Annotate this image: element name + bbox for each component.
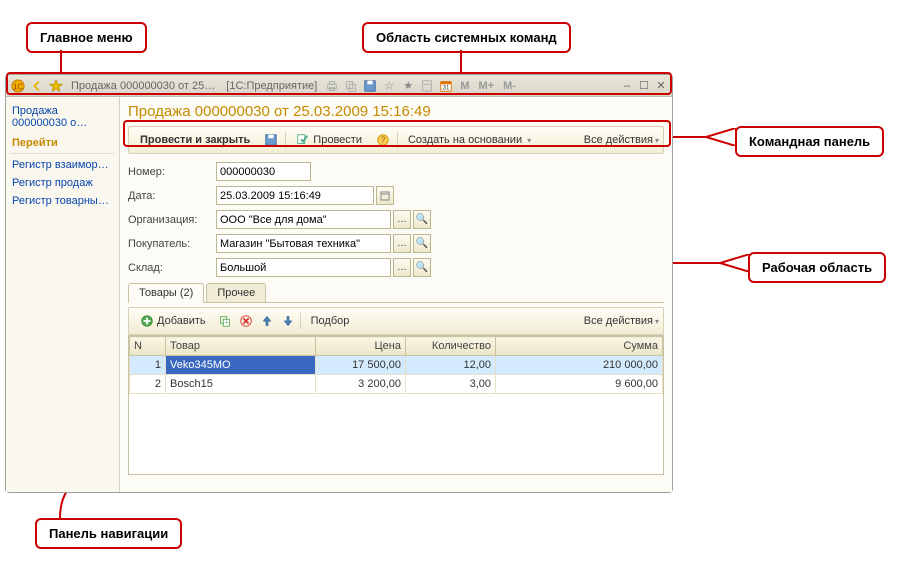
tab-goods[interactable]: Товары (2): [128, 283, 204, 303]
close-icon[interactable]: ✕: [654, 79, 668, 92]
tabs: Товары (2) Прочее: [128, 283, 664, 303]
grid-toolbar: Добавить + Подбор Все действия: [128, 307, 664, 335]
table-row[interactable]: 2 Bosch15 3 200,00 3,00 9 600,00: [130, 375, 663, 394]
create-based-button[interactable]: Создать на основании: [401, 131, 538, 149]
app-icon: 1C: [10, 78, 26, 94]
cell-product[interactable]: Veko345MO: [166, 356, 316, 375]
callout-system-commands: Область системных команд: [362, 22, 571, 53]
warehouse-label: Склад:: [128, 262, 210, 274]
buyer-search-button[interactable]: 🔍: [413, 234, 431, 253]
cell-sum[interactable]: 210 000,00: [496, 356, 663, 375]
fav-add-icon[interactable]: ☆: [381, 78, 397, 94]
add-row-button[interactable]: Добавить: [133, 311, 213, 331]
form-grid: Номер: Дата: Организация: … 🔍: [128, 162, 664, 277]
number-label: Номер:: [128, 166, 210, 178]
callout-work-area: Рабочая область: [748, 252, 886, 283]
cell-n[interactable]: 2: [130, 375, 166, 394]
copy-icon[interactable]: [343, 78, 359, 94]
tab-other[interactable]: Прочее: [206, 283, 266, 302]
back-icon[interactable]: [29, 78, 45, 94]
nav-breadcrumb[interactable]: Продажа 000000030 о…: [10, 103, 115, 135]
table-wrap: N Товар Цена Количество Сумма 1 Veko345M…: [128, 335, 664, 475]
work-area: Продажа 000000030 от 25.03.2009 15:16:49…: [120, 97, 672, 492]
cell-price[interactable]: 17 500,00: [316, 356, 406, 375]
titlebar-app: [1С:Предприятие]: [226, 80, 317, 92]
col-n[interactable]: N: [130, 337, 166, 356]
callout-nav-panel: Панель навигации: [35, 518, 182, 549]
minimize-icon[interactable]: –: [620, 80, 634, 92]
all-actions-button[interactable]: Все действия: [584, 134, 659, 146]
calendar-icon[interactable]: 31: [438, 78, 454, 94]
nav-link-stock[interactable]: Регистр товарных запасов: [10, 192, 115, 210]
help-button[interactable]: ?: [372, 130, 394, 150]
bookmark-icon[interactable]: ★: [400, 78, 416, 94]
titlebar: 1C Продажа 000000030 от 25… [1С:Предприя…: [6, 75, 672, 97]
titlebar-title: Продажа 000000030 от 25…: [71, 80, 215, 92]
table-row[interactable]: 1 Veko345MO 17 500,00 12,00 210 000,00: [130, 356, 663, 375]
number-input[interactable]: [216, 162, 311, 181]
m-button[interactable]: M: [457, 80, 472, 92]
post-label: Провести: [313, 134, 362, 146]
post-button[interactable]: Провести: [289, 130, 369, 150]
move-down-button[interactable]: [279, 312, 297, 330]
m-minus-button[interactable]: M-: [500, 80, 519, 92]
svg-text:?: ?: [381, 136, 386, 145]
copy-row-button[interactable]: +: [216, 312, 234, 330]
cell-qty[interactable]: 3,00: [406, 375, 496, 394]
nav-section-label: Перейти: [10, 135, 115, 154]
delete-row-button[interactable]: [237, 312, 255, 330]
callout-command-panel: Командная панель: [735, 126, 884, 157]
cell-product[interactable]: Bosch15: [166, 375, 316, 394]
nav-link-settlements[interactable]: Регистр взаиморасчетов …: [10, 156, 115, 174]
cell-qty[interactable]: 12,00: [406, 356, 496, 375]
save-button[interactable]: [260, 130, 282, 150]
warehouse-input[interactable]: [216, 258, 391, 277]
move-up-button[interactable]: [258, 312, 276, 330]
m-plus-button[interactable]: M+: [476, 80, 498, 92]
svg-text:1C: 1C: [13, 82, 23, 91]
grid-all-actions-button[interactable]: Все действия: [584, 315, 659, 327]
org-label: Организация:: [128, 214, 210, 226]
buyer-label: Покупатель:: [128, 238, 210, 250]
cell-price[interactable]: 3 200,00: [316, 375, 406, 394]
col-sum[interactable]: Сумма: [496, 337, 663, 356]
nav-link-sales[interactable]: Регистр продаж: [10, 174, 115, 192]
col-qty[interactable]: Количество: [406, 337, 496, 356]
save-icon[interactable]: [362, 78, 378, 94]
buyer-input[interactable]: [216, 234, 391, 253]
date-label: Дата:: [128, 190, 210, 202]
command-panel: Провести и закрыть Провести ? Создать на…: [128, 126, 664, 154]
org-search-button[interactable]: 🔍: [413, 210, 431, 229]
pick-button[interactable]: Подбор: [304, 312, 357, 330]
print-icon[interactable]: [324, 78, 340, 94]
post-close-button[interactable]: Провести и закрыть: [133, 131, 257, 149]
warehouse-select-button[interactable]: …: [393, 258, 411, 277]
date-input[interactable]: [216, 186, 374, 205]
col-price[interactable]: Цена: [316, 337, 406, 356]
callout-main-menu: Главное меню: [26, 22, 147, 53]
col-product[interactable]: Товар: [166, 337, 316, 356]
warehouse-search-button[interactable]: 🔍: [413, 258, 431, 277]
add-icon: [140, 314, 154, 328]
cell-sum[interactable]: 9 600,00: [496, 375, 663, 394]
app-window: 1C Продажа 000000030 от 25… [1С:Предприя…: [5, 74, 673, 493]
maximize-icon[interactable]: ☐: [637, 79, 651, 92]
calc-icon[interactable]: [419, 78, 435, 94]
date-picker-button[interactable]: [376, 186, 394, 205]
org-select-button[interactable]: …: [393, 210, 411, 229]
svg-text:+: +: [224, 320, 228, 327]
org-input[interactable]: [216, 210, 391, 229]
svg-text:31: 31: [443, 84, 450, 91]
cell-n[interactable]: 1: [130, 356, 166, 375]
doc-title: Продажа 000000030 от 25.03.2009 15:16:49: [128, 103, 664, 120]
buyer-select-button[interactable]: …: [393, 234, 411, 253]
nav-panel: Продажа 000000030 о… Перейти Регистр вза…: [6, 97, 120, 492]
post-icon: [296, 133, 310, 147]
goods-table[interactable]: N Товар Цена Количество Сумма 1 Veko345M…: [129, 336, 663, 394]
star-icon[interactable]: [48, 78, 64, 94]
add-label: Добавить: [157, 315, 206, 327]
